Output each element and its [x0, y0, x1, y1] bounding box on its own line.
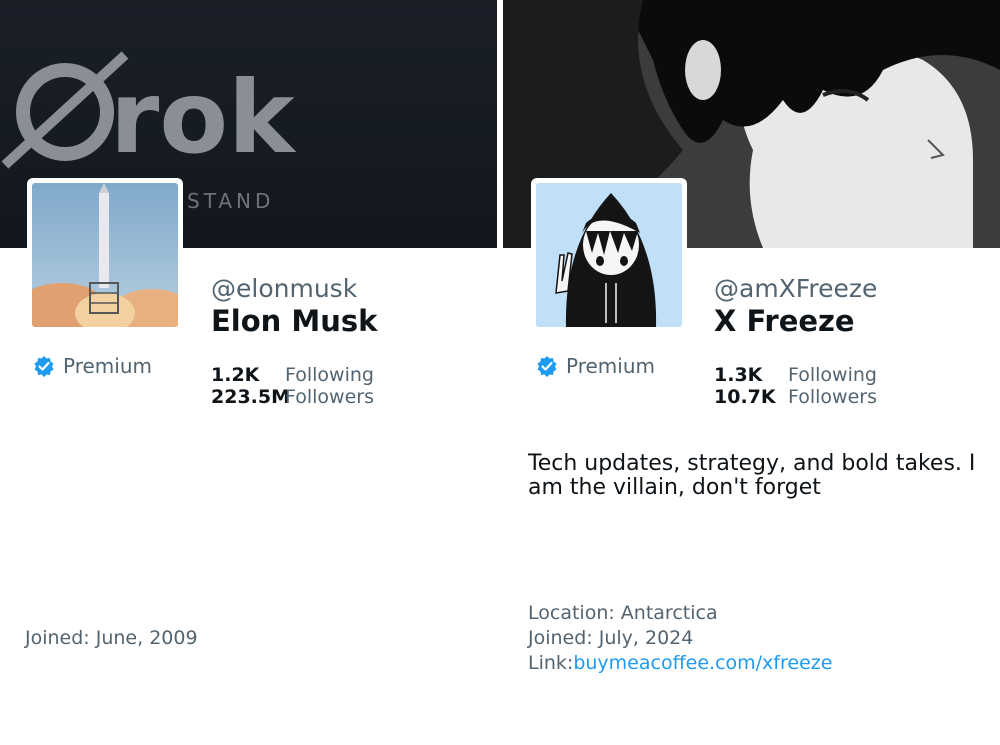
premium-label: Premium [63, 354, 152, 378]
following-stat[interactable]: 1.2K Following [211, 364, 374, 386]
premium-badge: Premium [536, 354, 655, 378]
profile-name[interactable]: X Freeze [714, 304, 855, 338]
following-label: Following [285, 364, 374, 386]
following-stat[interactable]: 1.3K Following [714, 364, 877, 386]
followers-stat[interactable]: 10.7K Followers [714, 386, 877, 408]
profile-name[interactable]: Elon Musk [211, 304, 377, 338]
profile-handle[interactable]: @elonmusk [211, 274, 357, 303]
followers-label: Followers [788, 386, 877, 408]
following-count: 1.3K [714, 364, 763, 386]
joined-date: Joined: June, 2009 [25, 627, 198, 649]
avatar-image [32, 183, 178, 327]
profile-card-amxfreeze: @amXFreeze X Freeze Premium 1.3K Followi… [503, 0, 1000, 745]
premium-label: Premium [566, 354, 655, 378]
followers-stat[interactable]: 223.5M Followers [211, 386, 374, 408]
verified-badge-icon [537, 356, 557, 377]
profile-link[interactable]: buymeacoffee.com/xfreeze [573, 652, 832, 674]
joined-date: Joined: July, 2024 [528, 627, 694, 649]
profile-bio: Tech updates, strategy, and bold takes. … [528, 451, 976, 500]
link-label: Link: [528, 652, 574, 674]
following-count: 1.2K [211, 364, 260, 386]
profile-card-elonmusk: rok STAND @elonmusk Elon Musk Premium 1.… [0, 0, 497, 745]
premium-badge: Premium [33, 354, 152, 378]
avatar-image [536, 183, 682, 327]
banner-subtext: STAND [187, 189, 274, 213]
profile-link-row: Link:buymeacoffee.com/xfreeze [528, 651, 832, 676]
location: Location: Antarctica [528, 602, 718, 624]
following-label: Following [788, 364, 877, 386]
followers-count: 223.5M [211, 386, 291, 408]
avatar[interactable] [27, 178, 183, 332]
verified-badge-icon [34, 356, 54, 377]
profile-stats: 1.2K Following 223.5M Followers [211, 364, 374, 408]
banner-logo-text: rok [110, 59, 297, 176]
avatar[interactable] [531, 178, 687, 332]
profile-handle[interactable]: @amXFreeze [714, 274, 877, 303]
followers-label: Followers [285, 386, 374, 408]
profile-stats: 1.3K Following 10.7K Followers [714, 364, 877, 408]
followers-count: 10.7K [714, 386, 776, 408]
